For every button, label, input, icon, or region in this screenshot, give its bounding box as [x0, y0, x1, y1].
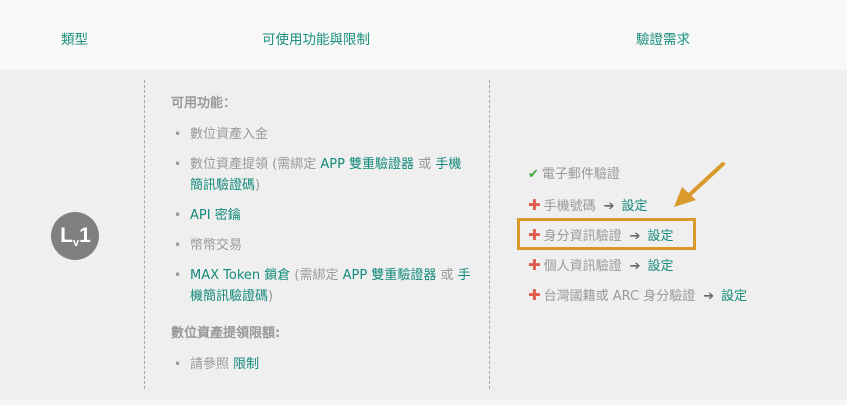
verification-item-personal: ✚ 個人資訊驗證 ➔ 設定	[528, 256, 674, 274]
list-item: 幣幣交易	[171, 235, 487, 256]
withdraw-limit-title: 數位資產提領限額:	[171, 326, 281, 341]
limit-list: 請參照 限制	[171, 354, 487, 384]
highlight-box	[517, 218, 696, 250]
plus-icon: ✚	[528, 256, 541, 274]
annotation-arrow-icon	[674, 162, 725, 207]
header-functions: 可使用功能與限制	[262, 32, 370, 48]
setup-arc-link[interactable]: 設定	[721, 289, 747, 304]
row-divider	[0, 400, 847, 405]
list-item: 數位資產入金	[171, 124, 487, 145]
verification-item-arc: ✚ 台灣國籍或 ARC 身分驗證 ➔ 設定	[528, 286, 748, 304]
max-token-lock-link[interactable]: MAX Token 鎖倉	[190, 268, 290, 283]
list-item: 請參照 限制	[171, 354, 487, 375]
functions-list: 數位資產入金 數位資產提領 (需綁定 APP 雙重驗證器 或 手機簡訊驗證碼) …	[171, 124, 487, 316]
setup-phone-link[interactable]: 設定	[622, 199, 648, 214]
list-item: MAX Token 鎖倉 (需綁定 APP 雙重驗證器 或 手機簡訊驗證碼)	[171, 265, 487, 307]
setup-personal-link[interactable]: 設定	[648, 259, 674, 274]
list-item: API 密鑰	[171, 205, 487, 226]
api-key-link[interactable]: API 密鑰	[190, 208, 241, 223]
list-item: 數位資產提領 (需綁定 APP 雙重驗證器 或 手機簡訊驗證碼)	[171, 154, 487, 196]
level-badge: Lv1	[51, 212, 99, 260]
limit-link[interactable]: 限制	[233, 357, 259, 372]
app-2fa-link[interactable]: APP 雙重驗證器	[343, 268, 437, 283]
functions-title: 可用功能：	[171, 96, 237, 111]
column-divider	[489, 80, 490, 389]
app-2fa-link[interactable]: APP 雙重驗證器	[320, 157, 414, 172]
plus-icon: ✚	[528, 196, 541, 214]
arrow-right-icon: ➔	[603, 199, 615, 214]
table-header: 類型 可使用功能與限制 驗證需求	[0, 0, 847, 70]
arrow-right-icon: ➔	[629, 259, 641, 274]
header-type: 類型	[61, 32, 88, 48]
check-icon: ✔	[528, 167, 539, 182]
arrow-right-icon: ➔	[703, 289, 715, 304]
column-divider	[144, 80, 145, 389]
plus-icon: ✚	[528, 286, 541, 304]
header-verification: 驗證需求	[636, 32, 690, 48]
